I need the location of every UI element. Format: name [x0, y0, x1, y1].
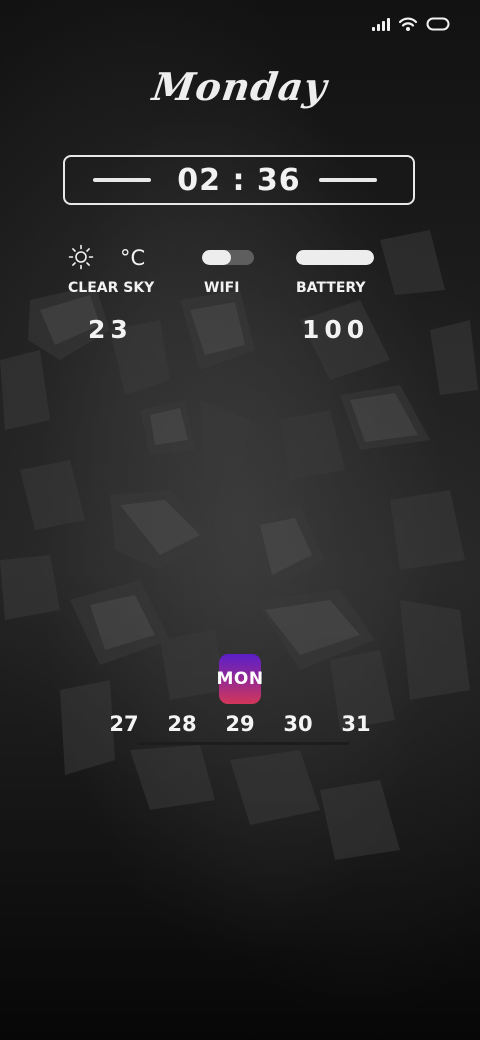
temperature-unit: °C [120, 246, 146, 270]
battery-level-bar [296, 250, 374, 265]
wifi-toggle[interactable] [202, 250, 254, 265]
wifi-toggle-fill [202, 250, 231, 265]
battery-level-fill [296, 250, 374, 265]
date-item[interactable]: 27 [104, 712, 144, 736]
day-title: Monday [149, 64, 331, 109]
clock-dash-right [319, 178, 377, 182]
wifi-label: WIFI [204, 280, 240, 296]
sun-icon [68, 244, 94, 275]
date-item[interactable]: 30 [278, 712, 318, 736]
date-item[interactable]: 28 [162, 712, 202, 736]
weather-condition: CLEAR SKY [68, 280, 155, 296]
battery-outline-icon [426, 16, 450, 32]
date-item[interactable]: 29 [220, 712, 260, 736]
current-day-badge[interactable]: MON [216, 654, 264, 704]
date-underline [137, 742, 349, 745]
status-bar [372, 16, 450, 32]
clock-widget[interactable]: 02 : 36 [63, 155, 415, 205]
temperature-value: 23 [88, 315, 133, 344]
day-abbr: MON [216, 669, 264, 689]
date-item[interactable]: 31 [336, 712, 376, 736]
clock-dash-left [93, 178, 151, 182]
battery-value: 100 [302, 315, 370, 344]
clock-time: 02 : 36 [177, 162, 301, 198]
wifi-icon [398, 16, 418, 32]
cellular-signal-icon [372, 17, 390, 31]
date-row: 27 28 29 30 31 [0, 712, 480, 742]
battery-label: BATTERY [296, 280, 366, 296]
